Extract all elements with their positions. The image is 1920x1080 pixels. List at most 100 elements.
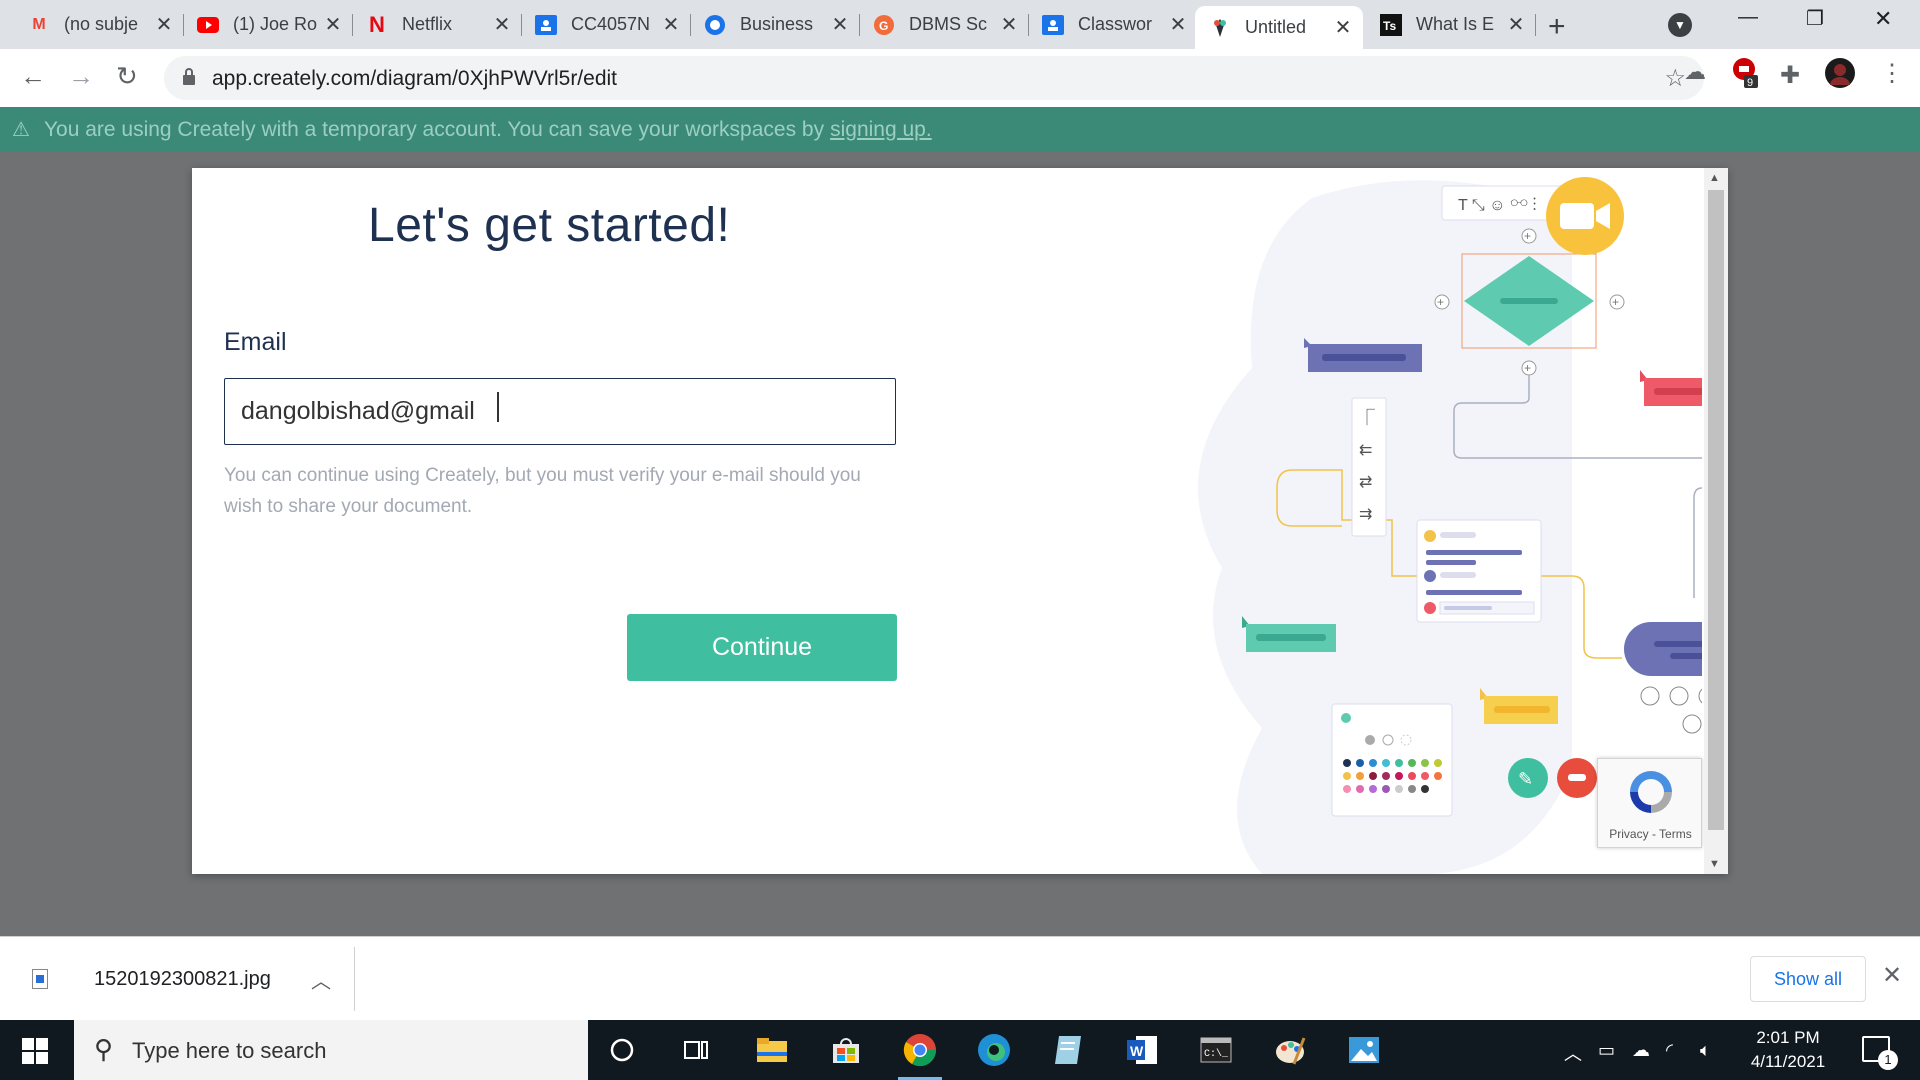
close-icon[interactable]: ✕ — [492, 12, 512, 37]
download-file-name[interactable]: 1520192300821.jpg — [94, 968, 271, 991]
cortana-icon[interactable] — [600, 1028, 644, 1072]
avatar[interactable] — [1824, 57, 1856, 96]
bookmark-star-icon[interactable]: ☆ — [1664, 64, 1686, 93]
tab-title: (1) Joe Ro — [233, 14, 318, 34]
minimize-icon[interactable]: — — [1738, 6, 1758, 29]
address-bar[interactable]: app.creately.com/diagram/0XjhPWVrl5r/edi… — [164, 56, 1704, 100]
windows-start-icon[interactable] — [22, 1038, 48, 1064]
ts-icon: Ts — [1380, 13, 1402, 36]
svg-text:T ⤡ ☺ ⚯ ⋮: T ⤡ ☺ ⚯ ⋮ — [1458, 197, 1537, 214]
classroom-icon — [1042, 14, 1064, 36]
classroom-icon — [535, 14, 557, 36]
store-icon[interactable] — [824, 1028, 868, 1072]
tab-dbms[interactable]: G DBMS Sc ✕ — [859, 6, 1029, 43]
svg-text:⎾: ⎾ — [1359, 409, 1375, 427]
lock-icon — [183, 68, 195, 85]
extension-adblock-icon[interactable]: 9 — [1730, 55, 1760, 96]
scroll-down-icon[interactable]: ▼ — [1709, 858, 1720, 870]
tray-chevron-up-icon[interactable]: ︿ — [1564, 1040, 1582, 1066]
modal-scrollbar[interactable]: ▲ ▼ — [1704, 168, 1728, 874]
onedrive-cloud-icon[interactable]: ☁ — [1632, 1040, 1650, 1061]
close-icon[interactable]: ✕ — [323, 12, 343, 37]
close-icon[interactable]: ✕ — [1333, 15, 1353, 40]
scrollbar-thumb[interactable] — [1708, 190, 1724, 830]
tab-gmail[interactable]: M (no subje ✕ — [14, 6, 184, 43]
email-field[interactable] — [224, 378, 896, 445]
app-icon: G — [873, 14, 895, 36]
continue-button[interactable]: Continue — [627, 614, 897, 681]
creately-icon — [1209, 17, 1231, 39]
wifi-icon[interactable]: ◜ — [1666, 1040, 1673, 1061]
word-icon[interactable]: W — [1120, 1028, 1164, 1072]
tab-youtube[interactable]: (1) Joe Ro ✕ — [183, 6, 353, 43]
recaptcha-links[interactable]: Privacy - Terms — [1598, 827, 1703, 841]
terminal-icon[interactable]: C:\_ — [1194, 1028, 1238, 1072]
tab-business[interactable]: Business ✕ — [690, 6, 860, 43]
teams-icon — [704, 14, 726, 36]
close-icon[interactable]: ✕ — [661, 12, 681, 37]
recaptcha-badge[interactable]: Privacy - Terms — [1597, 758, 1702, 848]
svg-text:G: G — [879, 19, 888, 33]
tab-netflix[interactable]: N Netflix ✕ — [352, 6, 522, 43]
svg-text:+: + — [1524, 229, 1531, 243]
url-text[interactable]: app.creately.com/diagram/0XjhPWVrl5r/edi… — [212, 67, 617, 91]
get-started-modal: Let's get started! Email You can continu… — [192, 168, 1728, 874]
image-file-icon — [32, 969, 48, 989]
tab-title: What Is E — [1416, 14, 1495, 34]
close-window-icon[interactable]: ✕ — [1874, 6, 1892, 32]
close-icon[interactable]: ✕ — [154, 12, 174, 37]
youtube-icon — [197, 14, 219, 36]
tab-what-is[interactable]: Ts What Is E ✕ — [1366, 6, 1536, 43]
tab-untitled[interactable]: Untitled ✕ — [1195, 6, 1363, 49]
close-icon[interactable]: ✕ — [999, 12, 1019, 37]
warning-icon: ⚠ — [12, 119, 30, 141]
volume-icon[interactable]: 🔈︎ — [1700, 1040, 1711, 1061]
taskbar-search[interactable]: ⚲ Type here to search — [74, 1020, 588, 1080]
scroll-up-icon[interactable]: ▲ — [1709, 172, 1720, 184]
back-icon[interactable]: ← — [20, 61, 46, 92]
task-view-icon[interactable] — [674, 1028, 718, 1072]
search-icon: ⚲ — [94, 1034, 114, 1064]
tab-search-icon[interactable]: ▼ — [1668, 13, 1692, 37]
reload-icon[interactable]: ↻ — [116, 61, 138, 92]
download-bar: 1520192300821.jpg ︿ Show all ✕ — [0, 936, 1920, 1020]
system-clock[interactable]: 2:01 PM 4/11/2021 — [1738, 1026, 1838, 1074]
sign-up-link[interactable]: signing up. — [830, 118, 932, 142]
photos-icon[interactable] — [1342, 1028, 1386, 1072]
tab-title: DBMS Sc — [909, 14, 988, 34]
edge-icon[interactable] — [972, 1028, 1016, 1072]
svg-text:+: + — [1524, 361, 1531, 375]
close-icon[interactable]: ✕ — [1168, 12, 1188, 37]
tab-title: Untitled — [1245, 17, 1307, 37]
menu-kebab-icon[interactable]: ⋮ — [1880, 59, 1904, 88]
windows-taskbar: ⚲ Type here to search W C:\_ ︿ ▭ ☁ ◜ 🔈︎ … — [0, 1020, 1920, 1080]
tab-strip: M (no subje ✕ (1) Joe Ro ✕ N Netflix ✕ C… — [0, 0, 1920, 49]
chrome-icon[interactable] — [898, 1028, 942, 1080]
new-tab-button[interactable]: + — [1548, 10, 1566, 44]
text-cursor — [497, 392, 499, 422]
svg-text:C:\_: C:\_ — [1204, 1048, 1229, 1060]
divider — [354, 947, 355, 1011]
file-explorer-icon[interactable] — [750, 1028, 794, 1072]
tab-title: (no subje — [64, 14, 139, 34]
notification-count: 1 — [1878, 1050, 1898, 1070]
svg-text:⇇: ⇇ — [1359, 442, 1372, 459]
tab-classwork[interactable]: Classwor ✕ — [1028, 6, 1198, 43]
battery-icon[interactable]: ▭ — [1598, 1040, 1615, 1061]
svg-text:Ts: Ts — [1383, 19, 1396, 33]
svg-text:✎: ✎ — [1518, 769, 1533, 789]
close-icon[interactable]: ✕ — [830, 12, 850, 37]
close-icon[interactable]: ✕ — [1882, 961, 1902, 990]
notification-center-icon[interactable]: 1 — [1862, 1036, 1898, 1070]
forward-icon[interactable]: → — [68, 61, 94, 92]
restore-icon[interactable]: ❐ — [1806, 6, 1824, 31]
tab-cc4057n[interactable]: CC4057N ✕ — [521, 6, 691, 43]
show-all-button[interactable]: Show all — [1750, 956, 1866, 1002]
clock-date: 4/11/2021 — [1750, 1052, 1826, 1071]
notes-app-icon[interactable] — [1046, 1028, 1090, 1072]
close-icon[interactable]: ✕ — [1506, 12, 1526, 37]
chevron-up-icon[interactable]: ︿ — [311, 965, 331, 994]
paint-icon[interactable] — [1268, 1028, 1312, 1072]
extension-cloud-icon[interactable]: ☁ — [1684, 59, 1706, 85]
extensions-puzzle-icon[interactable]: ✚ — [1780, 61, 1800, 90]
